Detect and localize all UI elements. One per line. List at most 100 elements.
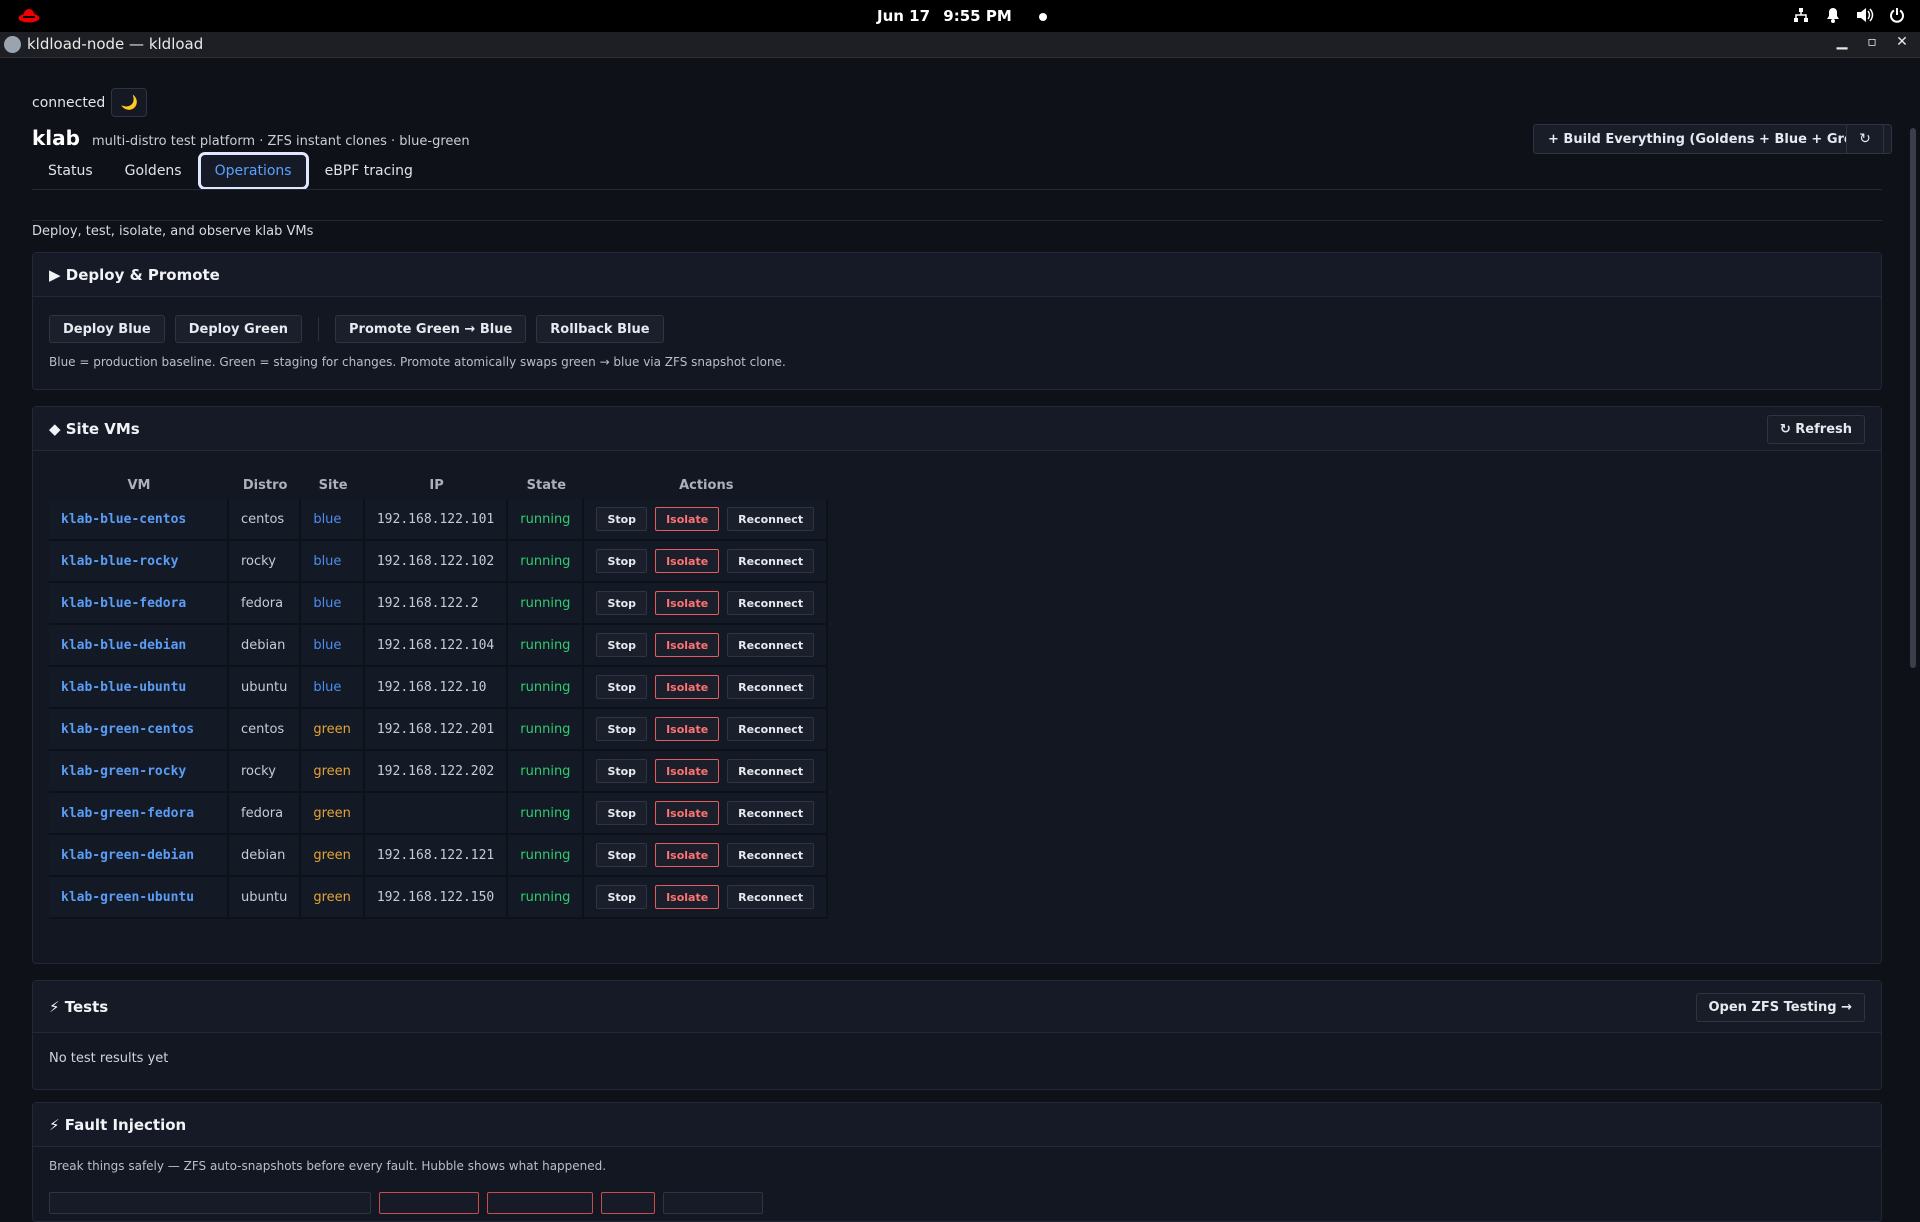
site-vms-header: ◆ Site VMs ↻ Refresh [33,407,1881,451]
reconnect-button[interactable]: Reconnect [727,717,815,741]
vm-site: blue [301,541,365,583]
clock-time: 9:55 PM [943,7,1012,25]
vm-site: green [301,793,365,835]
stop-button[interactable]: Stop [596,675,648,699]
scrollbar[interactable] [1910,128,1916,668]
reconnect-button[interactable]: Reconnect [727,759,815,783]
refresh-button[interactable]: ↻ Refresh [1766,415,1865,444]
reconnect-button[interactable]: Reconnect [727,675,815,699]
power-icon[interactable] [1888,7,1906,25]
vm-distro: rocky [229,751,302,793]
theme-toggle-button[interactable]: 🌙 [111,88,148,117]
reconnect-button[interactable]: Reconnect [727,549,815,573]
deploy-blue-button[interactable]: Deploy Blue [49,315,165,343]
system-tray[interactable] [1792,7,1906,25]
minimize-icon[interactable]: ▁ [1834,34,1850,50]
vm-site: green [301,877,365,919]
vm-state: running [508,667,585,709]
notification-icon[interactable] [1824,7,1842,25]
open-zfs-testing-button[interactable]: Open ZFS Testing → [1695,993,1865,1022]
isolate-button[interactable]: Isolate [655,843,720,867]
maximize-icon[interactable]: ▫ [1864,34,1880,50]
network-icon[interactable] [1792,7,1810,25]
clock[interactable]: Jun 17 9:55 PM [0,7,1920,25]
vm-ip: 192.168.122.102 [364,541,509,583]
isolate-button[interactable]: Isolate [655,549,720,573]
reconnect-button[interactable]: Reconnect [727,507,815,531]
vm-name-link[interactable]: klab-blue-fedora [49,583,229,625]
clock-date: Jun 17 [877,7,931,25]
isolate-button[interactable]: Isolate [655,633,720,657]
tests-header: ⚡ Tests Open ZFS Testing → [33,981,1881,1033]
deploy-promote-panel: ▶ Deploy & Promote Deploy Blue Deploy Gr… [32,252,1882,390]
isolate-button[interactable]: Isolate [655,801,720,825]
deploy-promote-header[interactable]: ▶ Deploy & Promote [33,253,1881,297]
reconnect-button[interactable]: Reconnect [727,885,815,909]
stop-button[interactable]: Stop [596,507,648,531]
fault-injection-title: ⚡ Fault Injection [49,1115,187,1134]
reconnect-button[interactable]: Reconnect [727,633,815,657]
stop-button[interactable]: Stop [596,633,648,657]
vm-state: running [508,625,585,667]
vm-actions: Stop Isolate Reconnect [584,709,829,751]
promote-green-blue-button[interactable]: Promote Green → Blue [335,315,527,343]
stop-button[interactable]: Stop [596,591,648,615]
vm-name-link[interactable]: klab-green-debian [49,835,229,877]
vm-actions: Stop Isolate Reconnect [584,667,829,709]
isolate-button[interactable]: Isolate [655,717,720,741]
site-vms-title: ◆ Site VMs [49,419,140,438]
vm-name-link[interactable]: klab-blue-debian [49,625,229,667]
vm-name-link[interactable]: klab-blue-rocky [49,541,229,583]
column-header-vm: VM [127,477,151,493]
stop-button[interactable]: Stop [596,885,648,909]
rollback-blue-button[interactable]: Rollback Blue [536,315,664,343]
reconnect-button[interactable]: Reconnect [727,591,815,615]
reload-button[interactable]: ↻ [1846,124,1884,154]
vm-name-link[interactable]: klab-green-ubuntu [49,877,229,919]
close-icon[interactable]: ✕ [1894,34,1910,50]
system-top-bar: Jun 17 9:55 PM [0,0,1920,32]
stop-button[interactable]: Stop [596,759,648,783]
vm-state: running [508,709,585,751]
isolate-button[interactable]: Isolate [655,885,720,909]
vm-ip: 192.168.122.201 [364,709,509,751]
window-title-bar[interactable]: kldload-node — kldload ▁ ▫ ✕ [0,32,1920,58]
tab-ebpf-tracing[interactable]: eBPF tracing [309,152,429,190]
moon-icon: 🌙 [120,94,139,111]
vm-name-link[interactable]: klab-blue-ubuntu [49,667,229,709]
vm-ip: 192.168.122.2 [364,583,509,625]
isolate-button[interactable]: Isolate [655,759,720,783]
fault-action-button[interactable] [487,1192,593,1214]
volume-icon[interactable] [1856,7,1874,25]
tab-operations[interactable]: Operations [197,152,309,190]
tab-status[interactable]: Status [32,152,109,190]
stop-button[interactable]: Stop [596,801,648,825]
fault-action-button[interactable] [601,1192,655,1214]
vm-distro: debian [229,835,302,877]
stop-button[interactable]: Stop [596,843,648,867]
isolate-button[interactable]: Isolate [655,507,720,531]
vm-name-link[interactable]: klab-blue-centos [49,499,229,541]
tests-title: ⚡ Tests [49,997,109,1016]
stop-button[interactable]: Stop [596,549,648,573]
connection-status: connected [32,94,106,111]
fault-target-select[interactable] [49,1192,371,1214]
vm-name-link[interactable]: klab-green-centos [49,709,229,751]
deploy-green-button[interactable]: Deploy Green [174,315,303,343]
isolate-button[interactable]: Isolate [655,591,720,615]
table-row: klab-green-rocky rocky green 192.168.122.20… [49,751,829,793]
vm-name-link[interactable]: klab-green-fedora [49,793,229,835]
fault-action-button[interactable] [379,1192,479,1214]
isolate-button[interactable]: Isolate [655,675,720,699]
reconnect-button[interactable]: Reconnect [727,801,815,825]
fault-action-button[interactable] [663,1192,763,1214]
reconnect-button[interactable]: Reconnect [727,843,815,867]
stop-button[interactable]: Stop [596,717,648,741]
build-everything-button[interactable]: + Build Everything (Goldens + Blue + Gre… [1533,124,1892,154]
fault-controls [49,1192,763,1214]
tab-bar: Status Goldens Operations eBPF tracing [32,152,429,190]
tab-goldens[interactable]: Goldens [109,152,198,190]
vm-name-link[interactable]: klab-green-rocky [49,751,229,793]
vm-state: running [508,583,585,625]
vm-state: running [508,877,585,919]
